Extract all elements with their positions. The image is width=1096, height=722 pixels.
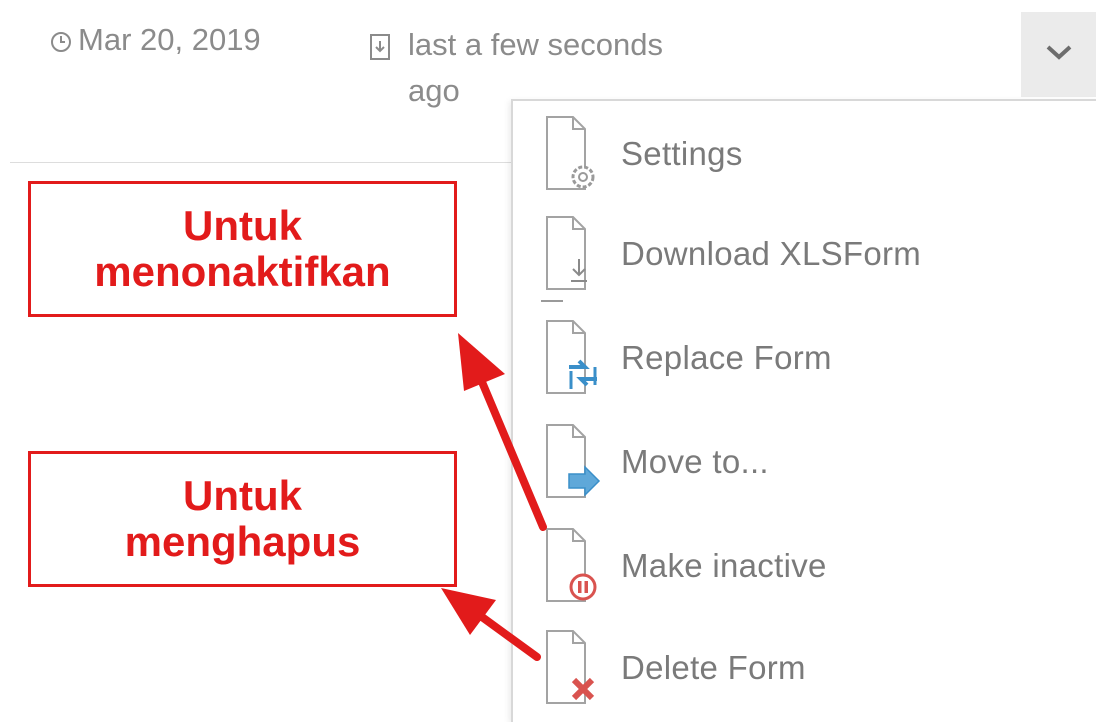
arrow-to-delete-note: [441, 588, 541, 661]
annotation-arrows: [441, 333, 547, 661]
arrow-to-deactivate-note: [458, 333, 547, 531]
